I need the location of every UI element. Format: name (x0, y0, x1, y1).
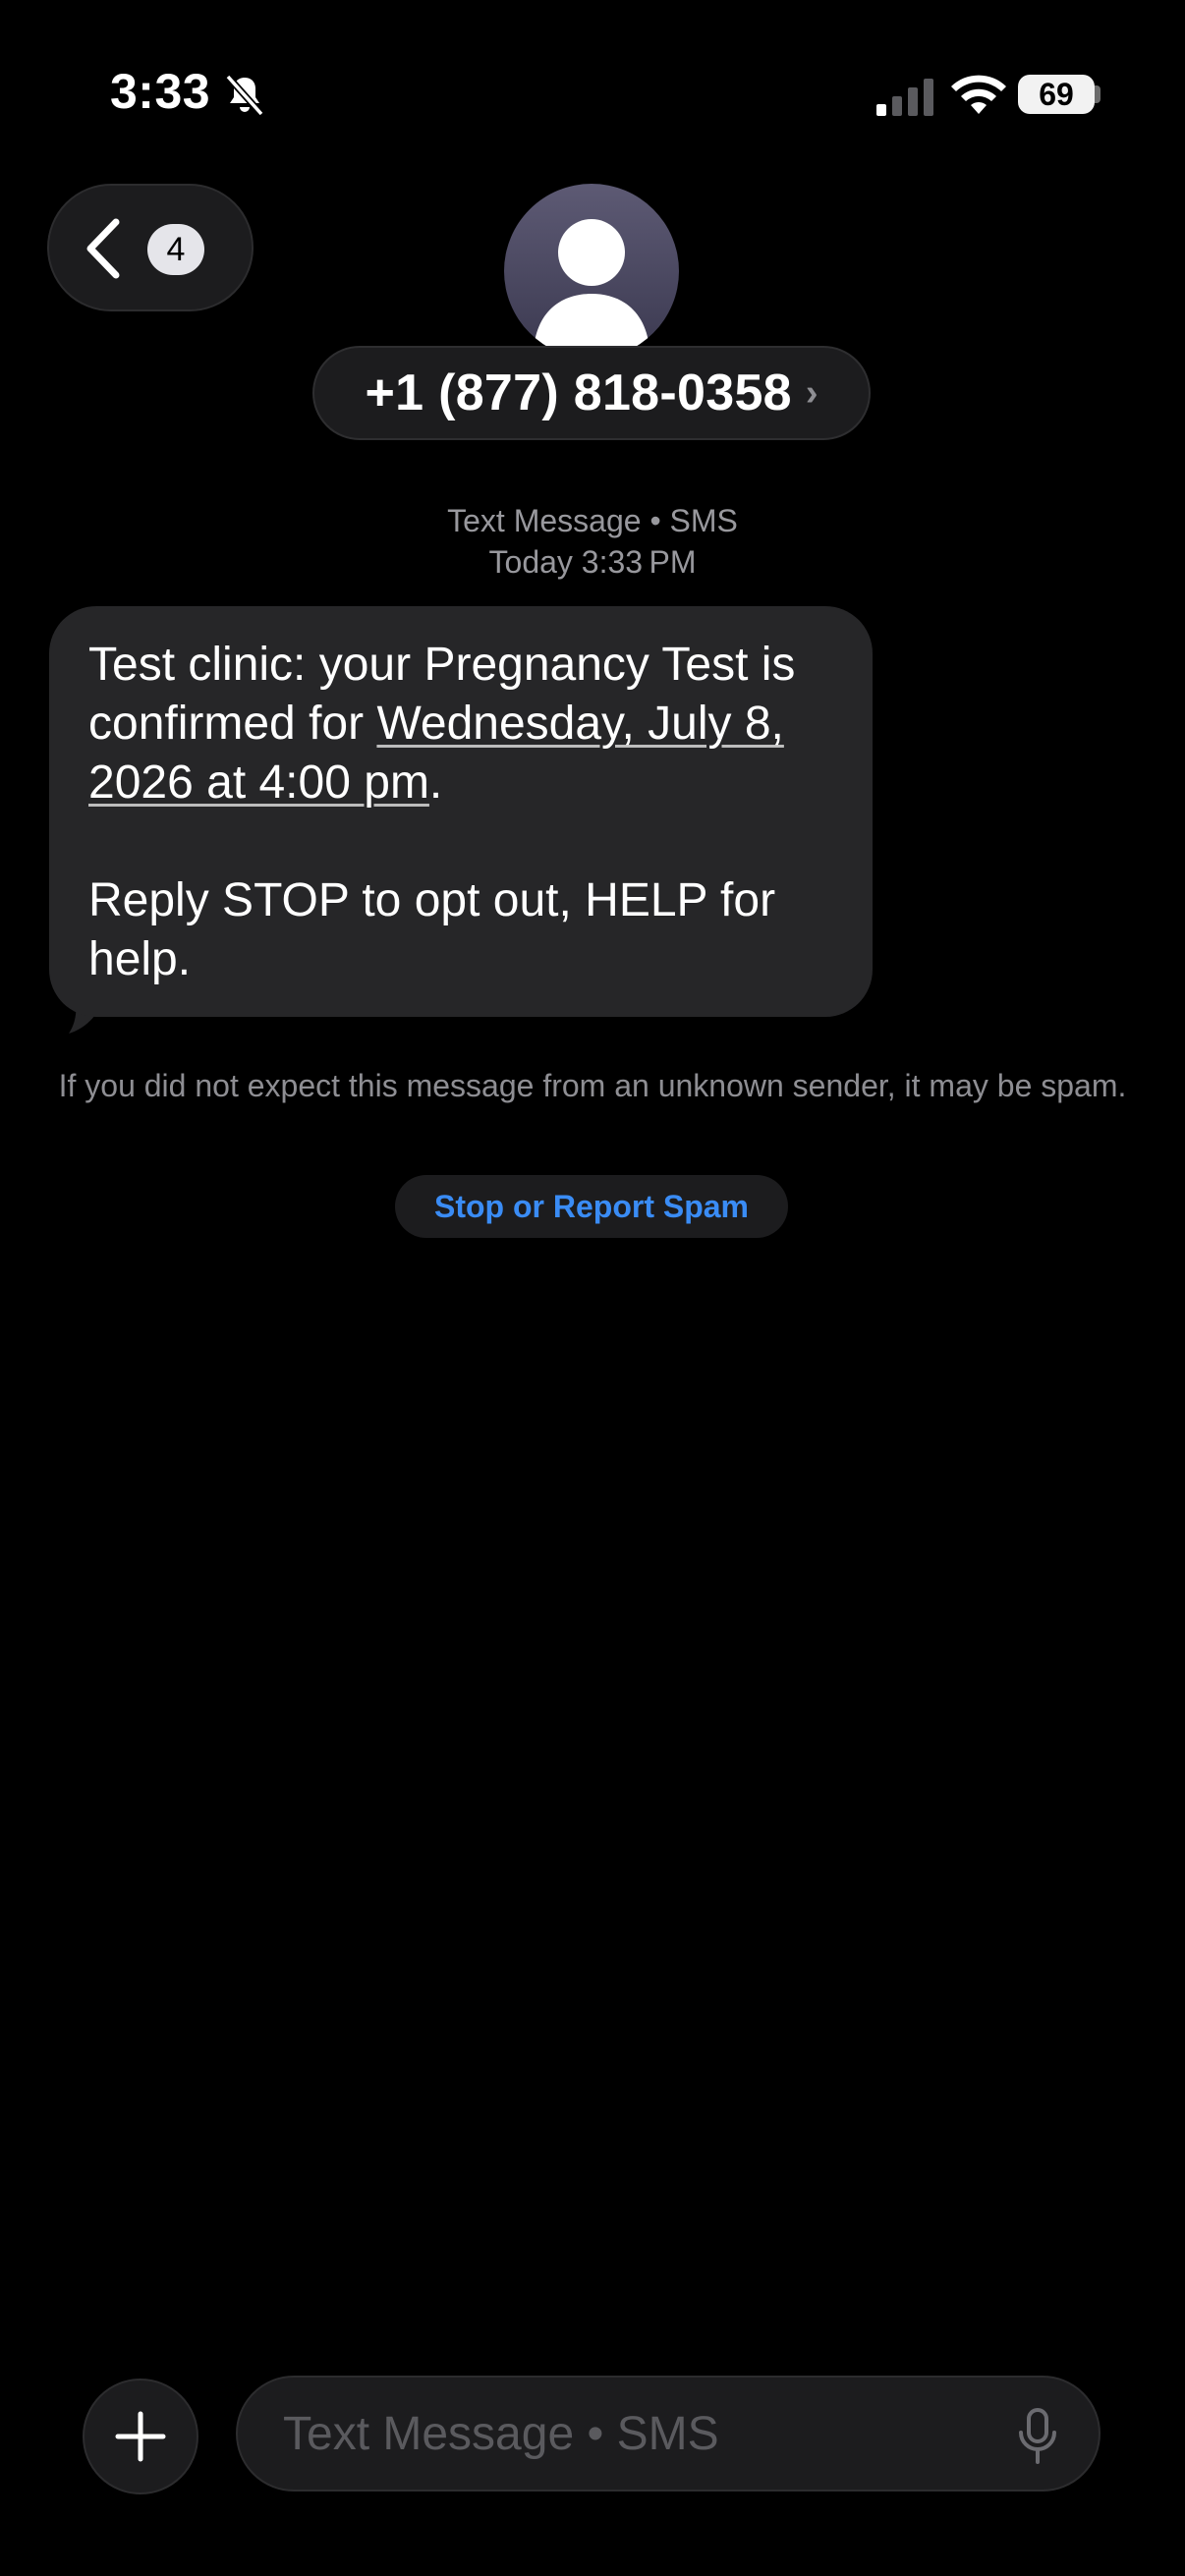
unread-count-badge[interactable]: 4 (147, 224, 204, 275)
wifi-icon (951, 75, 1006, 114)
contact-name-button[interactable]: +1 (877) 818-0358 › (312, 346, 871, 440)
chevron-right-icon: › (805, 371, 818, 414)
message-input[interactable]: Text Message • SMS (236, 2376, 1100, 2492)
message-text-end: . (428, 756, 443, 809)
chevron-left-icon[interactable] (81, 216, 128, 281)
contact-name: +1 (877) 818-0358 (365, 364, 792, 421)
message-reply-instructions: Reply STOP to opt out, HELP for help. (88, 874, 776, 985)
battery-tip (1095, 85, 1100, 103)
battery-icon: 69 (1018, 75, 1095, 114)
battery-level: 69 (1039, 76, 1074, 112)
status-time: 3:33 (110, 64, 211, 119)
plus-icon[interactable] (114, 2410, 167, 2463)
person-icon (534, 219, 649, 349)
cellular-signal-icon (876, 79, 933, 116)
message-service-label: Text Message • SMS (447, 503, 738, 538)
stop-or-report-spam-button[interactable]: Stop or Report Spam (395, 1175, 788, 1238)
message-timestamp: Today 3:33 PM (488, 544, 697, 580)
microphone-icon[interactable] (1016, 2407, 1059, 2466)
bell-slash-icon (225, 74, 264, 117)
spam-notice: If you did not expect this message from … (58, 1068, 1127, 1103)
incoming-message-bubble[interactable]: Test clinic: your Pregnancy Test is conf… (49, 606, 873, 1017)
message-input-placeholder: Text Message • SMS (283, 2407, 719, 2460)
message-body: Test clinic: your Pregnancy Test is conf… (88, 636, 833, 812)
contact-avatar[interactable] (504, 184, 679, 359)
